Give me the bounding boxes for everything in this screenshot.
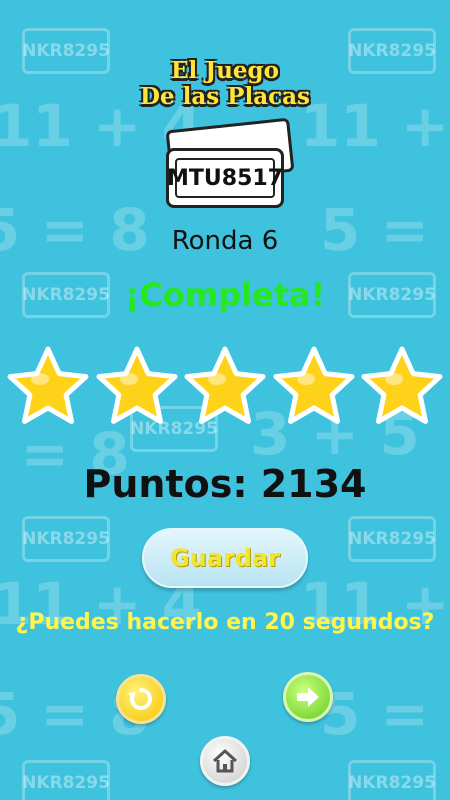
star-icon xyxy=(7,346,89,424)
home-icon xyxy=(212,749,238,773)
logo-title-line1: El Juego xyxy=(171,57,279,84)
next-arrow-icon xyxy=(297,687,319,707)
background-plate: NKR8295 xyxy=(348,760,436,800)
star-rating xyxy=(0,344,450,428)
background-plate: NKR8295 xyxy=(22,760,110,800)
star-icon xyxy=(273,346,354,424)
background-plate: NKR8295 xyxy=(348,516,436,562)
next-button[interactable] xyxy=(283,672,333,722)
star-icon xyxy=(96,346,177,424)
save-button[interactable]: Guardar xyxy=(142,528,308,588)
game-logo: El Juego De las Placas xyxy=(0,58,450,110)
background-equation: 5 = 8 xyxy=(320,680,450,748)
home-button[interactable] xyxy=(200,736,250,786)
replay-icon xyxy=(128,688,152,710)
round-label: Ronda 6 xyxy=(171,226,279,256)
completion-status: ¡Completa! xyxy=(124,276,326,314)
score-label: Puntos: 2134 xyxy=(83,462,367,506)
logo-plate-number: MTU8517 xyxy=(167,158,283,198)
star-icon xyxy=(184,346,266,424)
replay-button[interactable] xyxy=(116,674,166,724)
challenge-text: ¿Puedes hacerlo en 20 segundos? xyxy=(15,610,435,635)
background-plate: NKR8295 xyxy=(22,516,110,562)
logo-title-line2: De las Placas xyxy=(140,83,310,110)
star-icon xyxy=(361,346,443,424)
logo-plate: MTU8517 xyxy=(166,148,284,208)
